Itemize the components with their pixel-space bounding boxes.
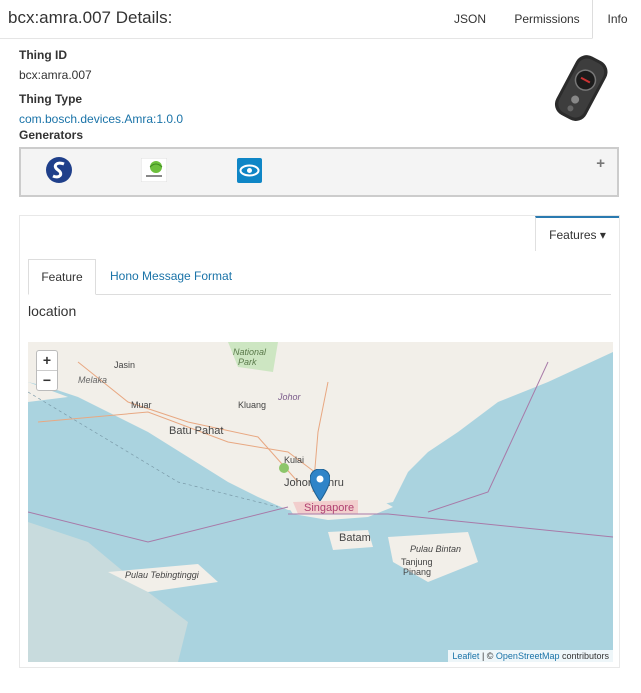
generators-box: + <box>19 147 619 197</box>
zoom-in-button[interactable]: + <box>37 351 57 370</box>
thing-id-value: bcx:amra.007 <box>19 68 92 82</box>
map-label-kluang: Kluang <box>238 400 267 410</box>
features-panel: Features ▾ Feature Hono Message Format l… <box>19 215 620 668</box>
map-label-batam: Batam <box>339 532 371 544</box>
zoom-control: + − <box>36 350 58 391</box>
thing-type-link[interactable]: com.bosch.devices.Amra:1.0.0 <box>19 112 183 126</box>
map-label-melaka: Melaka <box>78 375 108 385</box>
map-view[interactable]: + − Jasin Melaka National Park Johor Mua… <box>28 342 613 662</box>
tab-permissions[interactable]: Permissions <box>503 0 591 38</box>
thing-id-label: Thing ID <box>19 48 67 62</box>
tab-json[interactable]: JSON <box>442 0 498 38</box>
map-label-national: National <box>233 347 267 357</box>
map-attribution: Leaflet | © OpenStreetMap contributors <box>448 650 613 662</box>
map-label-johor: Johor <box>278 392 301 402</box>
page-title: bcx:amra.007 Details: <box>8 8 173 27</box>
map-label-batu-pahat: Batu Pahat <box>169 425 224 437</box>
add-generator-button[interactable]: + <box>596 155 605 172</box>
leaflet-link[interactable]: Leaflet <box>452 651 479 661</box>
location-marker-icon[interactable] <box>309 468 331 506</box>
map-label-pulau-bintan: Pulau Bintan <box>410 544 462 554</box>
map-label-pinang: Pinang <box>403 567 432 577</box>
map-label-muar: Muar <box>131 400 152 410</box>
thing-type-label: Thing Type <box>19 92 83 106</box>
map-label-park: Park <box>238 357 257 367</box>
feature-tabs: Feature Hono Message Format <box>28 259 611 295</box>
s-logo-icon[interactable] <box>45 156 73 189</box>
map-label-jasin: Jasin <box>114 360 136 370</box>
generators-label: Generators <box>19 128 84 142</box>
map-label-tanjung: Tanjung <box>401 557 433 567</box>
map-label-pulau-tebingtinggi: Pulau Tebingtinggi <box>125 570 199 580</box>
map-label-kulai: Kulai <box>284 455 305 465</box>
header-bar: bcx:amra.007 Details: JSON Permissions I… <box>0 0 641 39</box>
device-photo-icon <box>548 48 610 126</box>
globe-generator-icon[interactable] <box>140 157 168 187</box>
feature-name: location <box>28 303 77 319</box>
attribution-separator: | © <box>479 651 496 661</box>
tab-feature[interactable]: Feature <box>28 259 96 295</box>
eye-generator-icon[interactable] <box>237 158 262 188</box>
tab-info[interactable]: Info <box>592 0 641 39</box>
tab-hono-message-format[interactable]: Hono Message Format <box>110 259 232 293</box>
attribution-tail: contributors <box>559 651 609 661</box>
features-dropdown[interactable]: Features ▾ <box>535 216 619 251</box>
zoom-out-button[interactable]: − <box>37 370 57 390</box>
openstreetmap-link[interactable]: OpenStreetMap <box>496 651 560 661</box>
